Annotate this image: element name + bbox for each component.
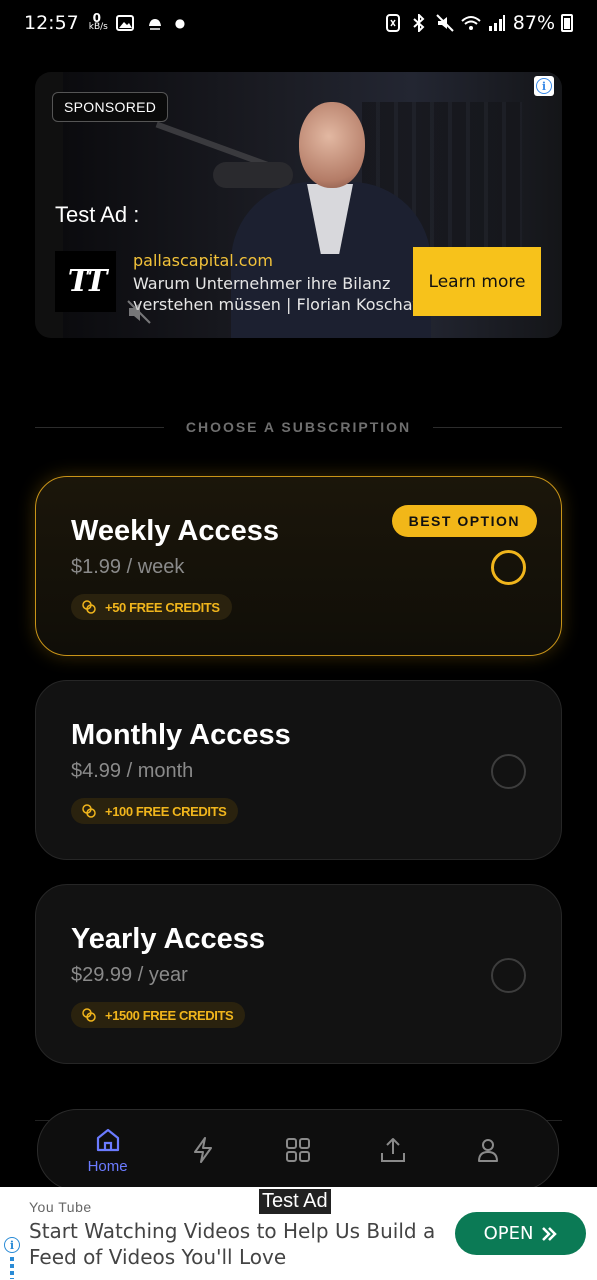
divider-right	[433, 426, 562, 428]
plan-monthly[interactable]: Monthly Access $4.99 / month +100 FREE C…	[35, 680, 562, 860]
nav-home-label: Home	[87, 1158, 128, 1175]
sponsored-badge: SPONSORED	[52, 92, 169, 122]
best-option-badge: BEST OPTION	[391, 505, 537, 537]
mute-icon	[435, 13, 455, 33]
battery-icon	[561, 14, 573, 32]
nav-profile[interactable]	[455, 1135, 521, 1165]
plan-name: Monthly Access	[71, 719, 291, 751]
nfc-icon	[383, 13, 403, 33]
plan-weekly[interactable]: BEST OPTION Weekly Access $1.99 / week +…	[35, 476, 562, 656]
coins-icon	[82, 1008, 96, 1022]
learn-more-button[interactable]: Learn more	[413, 247, 541, 316]
ad-info-icon[interactable]: i	[534, 76, 554, 96]
ad-headline[interactable]: Warum Unternehmer ihre Bilanz verstehen …	[133, 273, 423, 315]
bottom-navigation: Home	[37, 1109, 559, 1191]
network-speed: 0 kB/s	[88, 11, 108, 32]
coins-icon	[82, 804, 96, 818]
upload-icon	[381, 1138, 406, 1162]
credits-badge: +50 FREE CREDITS	[71, 594, 232, 620]
status-bar: 12:57 0 kB/s ● 87%	[0, 0, 597, 46]
divider-left	[35, 426, 164, 428]
banner-text[interactable]: Start Watching Videos to Help Us Build a…	[29, 1218, 439, 1270]
plan-radio[interactable]	[491, 958, 526, 993]
notification-dot-icon: ●	[174, 16, 186, 30]
plan-radio-selected[interactable]	[491, 550, 526, 585]
credits-badge: +100 FREE CREDITS	[71, 798, 239, 824]
signal-icon	[487, 13, 507, 33]
plan-name: Yearly Access	[71, 923, 266, 955]
nav-boost[interactable]	[170, 1135, 236, 1165]
battery-percent: 87%	[512, 12, 555, 34]
ad-domain[interactable]: pallascapital.com	[133, 251, 273, 270]
user-icon	[478, 1139, 499, 1162]
nav-upload[interactable]	[360, 1135, 426, 1165]
lightning-icon	[193, 1137, 212, 1163]
test-ad-tag: Test Ad	[259, 1189, 331, 1214]
test-ad-label: Test Ad :	[55, 202, 140, 227]
open-button[interactable]: OPEN	[455, 1212, 586, 1255]
sponsored-ad[interactable]: i SPONSORED Test Ad : TT pallascapital.c…	[35, 72, 562, 338]
nav-home[interactable]: Home	[75, 1125, 141, 1175]
ad-choices-icon[interactable]: i	[4, 1237, 20, 1253]
status-time: 12:57	[24, 12, 79, 34]
plan-price: $29.99 / year	[71, 964, 188, 986]
double-chevron-right-icon	[542, 1226, 558, 1241]
bluetooth-icon	[409, 13, 429, 33]
plan-price: $1.99 / week	[71, 556, 185, 578]
wifi-icon	[461, 13, 481, 33]
volume-mute-icon[interactable]	[125, 298, 153, 326]
plan-yearly[interactable]: Yearly Access $29.99 / year +1500 FREE C…	[35, 884, 562, 1064]
banner-source: You Tube	[29, 1199, 92, 1215]
coins-icon	[82, 600, 96, 614]
plan-radio[interactable]	[491, 754, 526, 789]
credits-badge: +1500 FREE CREDITS	[71, 1002, 246, 1028]
ad-dots-icon	[10, 1257, 14, 1279]
weather-icon	[145, 13, 165, 33]
section-title: CHOOSE A SUBSCRIPTION	[35, 419, 562, 435]
plan-price: $4.99 / month	[71, 760, 194, 782]
nav-apps[interactable]	[265, 1135, 331, 1165]
choose-subscription-heading: CHOOSE A SUBSCRIPTION	[185, 419, 412, 435]
gallery-icon	[115, 13, 135, 33]
home-icon	[96, 1128, 119, 1152]
advertiser-logo[interactable]: TT	[55, 251, 116, 312]
plan-name: Weekly Access	[71, 515, 279, 547]
grid-icon	[285, 1138, 310, 1162]
